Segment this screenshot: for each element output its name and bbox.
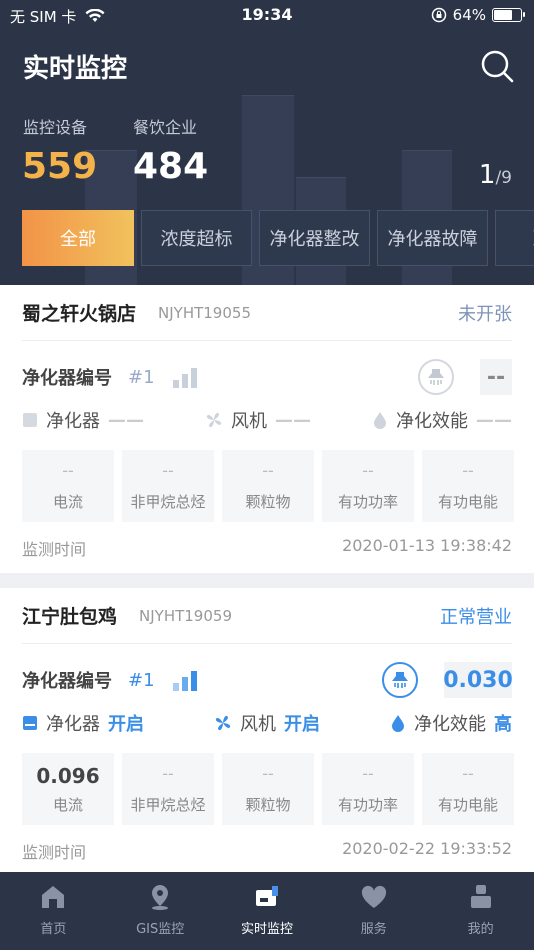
tab-home[interactable]: 首页	[0, 872, 107, 950]
fan-label: 风机	[240, 714, 276, 735]
purifier-number: #1	[128, 669, 155, 691]
metric-active-power: -- 有功功率	[322, 753, 414, 825]
efficiency-label: 净化效能	[414, 714, 486, 735]
fan-state: ——	[275, 409, 311, 431]
shop-status: 未开张	[458, 303, 512, 325]
purifier-state: 开启	[108, 714, 144, 735]
monitor-time: 2020-02-22 19:33:52	[342, 839, 512, 858]
purifier-state: ——	[108, 409, 144, 431]
purifier-icon	[23, 716, 37, 730]
fan-icon	[206, 412, 222, 428]
monitor-time-label: 监测时间	[22, 540, 87, 559]
signal-icon	[172, 366, 197, 388]
efficiency-state: ——	[476, 409, 512, 431]
efficiency-state: 高	[494, 714, 512, 735]
bottom-tab-bar: 首页 GIS监控 实时监控 服务 我的	[0, 872, 534, 950]
shop-card[interactable]: 江宁肚包鸡 NJYHT19059 正常营业 净化器编号 #1 0.030 净化器…	[0, 588, 534, 872]
range-hood-icon	[418, 359, 454, 395]
metric-nmhc: -- 非甲烷总烃	[122, 450, 214, 522]
purifier-icon	[23, 413, 37, 427]
monitor-icon	[255, 886, 278, 906]
fan-icon	[215, 715, 231, 731]
purifier-number-label: 净化器编号	[22, 671, 112, 692]
tab-purifier-more[interactable]: 净化	[495, 210, 534, 266]
home-icon	[42, 886, 65, 908]
efficiency-label: 净化效能	[396, 411, 468, 432]
metric-active-energy: -- 有功电能	[422, 753, 514, 825]
monitor-time-label: 监测时间	[22, 843, 87, 862]
metric-nmhc: -- 非甲烷总烃	[122, 753, 214, 825]
shop-name: 江宁肚包鸡	[22, 606, 118, 628]
tab-service[interactable]: 服务	[320, 872, 427, 950]
shop-code: NJYHT19059	[139, 606, 232, 625]
metric-particulate: -- 颗粒物	[222, 450, 314, 522]
search-icon[interactable]	[480, 49, 514, 83]
restaurants-count: 484	[133, 146, 209, 187]
metrics-grid: 0.096 电流 -- 非甲烷总烃 -- 颗粒物 -- 有功功率 -- 有功电能	[22, 753, 514, 825]
user-icon	[470, 885, 491, 908]
purifier-label: 净化器	[46, 714, 100, 735]
metric-current: 0.096 电流	[22, 753, 114, 825]
reading-value: 0.030	[443, 662, 513, 698]
fan-label: 风机	[231, 411, 267, 432]
map-pin-icon	[152, 885, 169, 910]
monitor-time: 2020-01-13 19:38:42	[342, 536, 512, 555]
shop-status: 正常营业	[440, 606, 512, 628]
tab-concentration-exceeded[interactable]: 浓度超标	[141, 210, 252, 266]
status-bar: 无 SIM 卡 19:34 64%	[0, 0, 534, 32]
restaurants-label: 餐饮企业	[133, 118, 198, 137]
purifier-number: #1	[128, 366, 155, 388]
battery-icon	[492, 8, 525, 22]
droplet-icon	[392, 715, 404, 732]
page-title: 实时监控	[23, 54, 128, 84]
tab-mine[interactable]: 我的	[427, 872, 534, 950]
header: 无 SIM 卡 19:34 64% 实时监控 监控设备 559 餐饮企业 484…	[0, 0, 534, 285]
purifier-number-label: 净化器编号	[22, 368, 112, 389]
metric-active-energy: -- 有功电能	[422, 450, 514, 522]
battery-percent: 64%	[452, 6, 486, 24]
metric-active-power: -- 有功功率	[322, 450, 414, 522]
heart-icon	[361, 885, 386, 908]
range-hood-icon	[382, 662, 418, 698]
filter-tabs: 全部 浓度超标 净化器整改 净化器故障 净化	[22, 210, 534, 266]
shop-card[interactable]: 蜀之轩火锅店 NJYHT19055 未开张 净化器编号 #1 -- 净化器 ——…	[0, 285, 534, 573]
rotation-lock-icon	[431, 7, 446, 23]
tab-gis[interactable]: GIS监控	[107, 872, 214, 950]
purifier-label: 净化器	[46, 411, 100, 432]
signal-icon	[172, 669, 197, 691]
reading-value: --	[480, 359, 512, 395]
monitor-devices-label: 监控设备	[23, 118, 88, 137]
page-indicator: 1/9	[478, 160, 512, 190]
tab-purifier-fault[interactable]: 净化器故障	[377, 210, 488, 266]
fan-state: 开启	[284, 714, 320, 735]
shop-code: NJYHT19055	[158, 303, 251, 322]
monitor-devices-count: 559	[22, 146, 98, 187]
shop-name: 蜀之轩火锅店	[22, 303, 137, 325]
metrics-grid: -- 电流 -- 非甲烷总烃 -- 颗粒物 -- 有功功率 -- 有功电能	[22, 450, 514, 522]
droplet-icon	[374, 412, 386, 429]
tab-purifier-rectification[interactable]: 净化器整改	[259, 210, 370, 266]
metric-particulate: -- 颗粒物	[222, 753, 314, 825]
tab-all[interactable]: 全部	[22, 210, 134, 266]
metric-current: -- 电流	[22, 450, 114, 522]
tab-realtime-monitor[interactable]: 实时监控	[214, 872, 321, 950]
